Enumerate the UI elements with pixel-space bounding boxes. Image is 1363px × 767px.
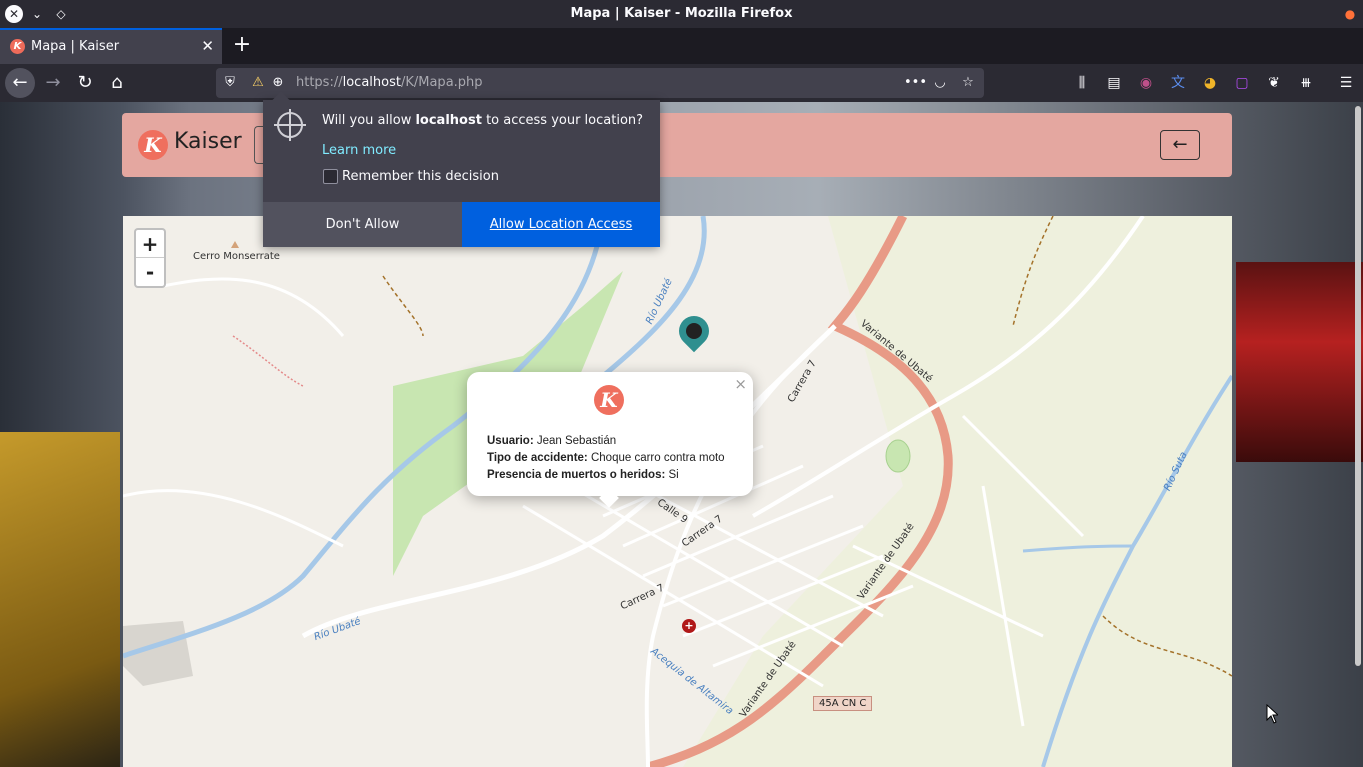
page-scrollbar[interactable] (1355, 106, 1361, 666)
container-icon[interactable]: ▢ (1233, 74, 1251, 92)
bookmark-star-icon[interactable]: ☆ (960, 75, 976, 90)
tab-bar: K Mapa | Kaiser ✕ + (0, 28, 1363, 64)
chrome-extension-icon[interactable]: ◕ (1201, 74, 1219, 92)
window-title: Mapa | Kaiser - Mozilla Firefox (570, 6, 793, 21)
remember-decision-checkbox[interactable] (323, 169, 338, 184)
zoom-in-button[interactable]: + (136, 230, 164, 258)
library-icon[interactable]: ⫼ (1073, 74, 1091, 92)
gnome-icon[interactable]: ❦ (1265, 74, 1283, 92)
toolbar-extension-icon[interactable]: ⧻ (1297, 74, 1315, 92)
back-button[interactable]: ← (5, 68, 35, 98)
back-arrow-button[interactable]: ← (1160, 130, 1200, 160)
background-photo-left (0, 432, 120, 767)
route-shield: 45A CN C (813, 696, 873, 711)
navigation-toolbar: ← → ↻ ⌂ ⛨ ⚠ ⊕ https://localhost/K/Mapa.p… (0, 64, 1363, 102)
popup-close-icon[interactable]: × (734, 375, 747, 393)
popup-usuario: Usuario: Jean Sebastián (487, 435, 617, 447)
allow-location-button[interactable]: Allow Location Access (462, 202, 660, 247)
shield-icon[interactable]: ⛨ (222, 75, 238, 90)
url-bar[interactable]: ⛨ ⚠ ⊕ https://localhost/K/Mapa.php ••• ◡… (216, 68, 984, 98)
permission-question: Will you allow localhost to access your … (322, 113, 644, 128)
map[interactable]: + - Cerro Monserrate Río Ubaté Río Ubaté… (123, 216, 1232, 767)
background-photo-right (1236, 262, 1363, 462)
popup-kaiser-logo-icon: K (594, 385, 624, 415)
map-label-peak: Cerro Monserrate (193, 251, 280, 262)
zoom-control[interactable]: + - (134, 228, 166, 288)
insecure-lock-icon[interactable]: ⚠ (250, 75, 266, 90)
reload-button[interactable]: ↻ (70, 68, 100, 98)
sidebar-icon[interactable]: ▤ (1105, 74, 1123, 92)
permission-buttons: Don't Allow Allow Location Access (263, 202, 660, 247)
zoom-out-button[interactable]: - (136, 258, 164, 286)
hospital-icon: + (682, 619, 696, 633)
page-content: K Kaiser ← + - Cerro Monserrate Río Ubat… (0, 102, 1363, 767)
marker-icon (686, 323, 702, 339)
location-permission-panel: Will you allow localhost to access your … (263, 91, 660, 247)
translate-icon[interactable]: 文 (1169, 74, 1187, 92)
dont-allow-button[interactable]: Don't Allow (263, 202, 462, 247)
kaiser-favicon-icon: K (10, 39, 25, 54)
menu-icon[interactable]: ☰ (1337, 74, 1355, 92)
page-actions-icon[interactable]: ••• (904, 75, 927, 90)
tab-mapa[interactable]: K Mapa | Kaiser ✕ (0, 28, 222, 64)
location-crosshair-icon (274, 109, 306, 141)
url-text[interactable]: https://localhost/K/Mapa.php (296, 75, 483, 90)
accident-popup: × K Usuario: Jean Sebastián Tipo de acci… (467, 372, 753, 508)
remember-decision-label[interactable]: Remember this decision (342, 169, 499, 184)
popup-presencia: Presencia de muertos o heridos: Si (487, 469, 679, 481)
location-permission-icon[interactable]: ⊕ (270, 75, 286, 90)
home-button[interactable]: ⌂ (102, 68, 132, 98)
learn-more-link[interactable]: Learn more (322, 143, 396, 158)
brand-name[interactable]: Kaiser (174, 129, 242, 154)
firefox-logo-icon: ● (1344, 7, 1356, 21)
tab-title: Mapa | Kaiser (31, 39, 120, 54)
pocket-icon[interactable]: ◡ (932, 75, 948, 90)
forward-button[interactable]: → (38, 68, 68, 98)
window-titlebar: ✕ ⌄ ◇ Mapa | Kaiser - Mozilla Firefox ● (0, 0, 1363, 28)
mouse-cursor-icon (1266, 704, 1278, 724)
tab-close-icon[interactable]: ✕ (201, 37, 214, 55)
new-tab-button[interactable]: + (230, 32, 254, 58)
popup-tipo: Tipo de accidente: Choque carro contra m… (487, 452, 725, 464)
extension-icon[interactable]: ◉ (1137, 74, 1155, 92)
kaiser-logo-icon[interactable]: K (138, 130, 168, 160)
